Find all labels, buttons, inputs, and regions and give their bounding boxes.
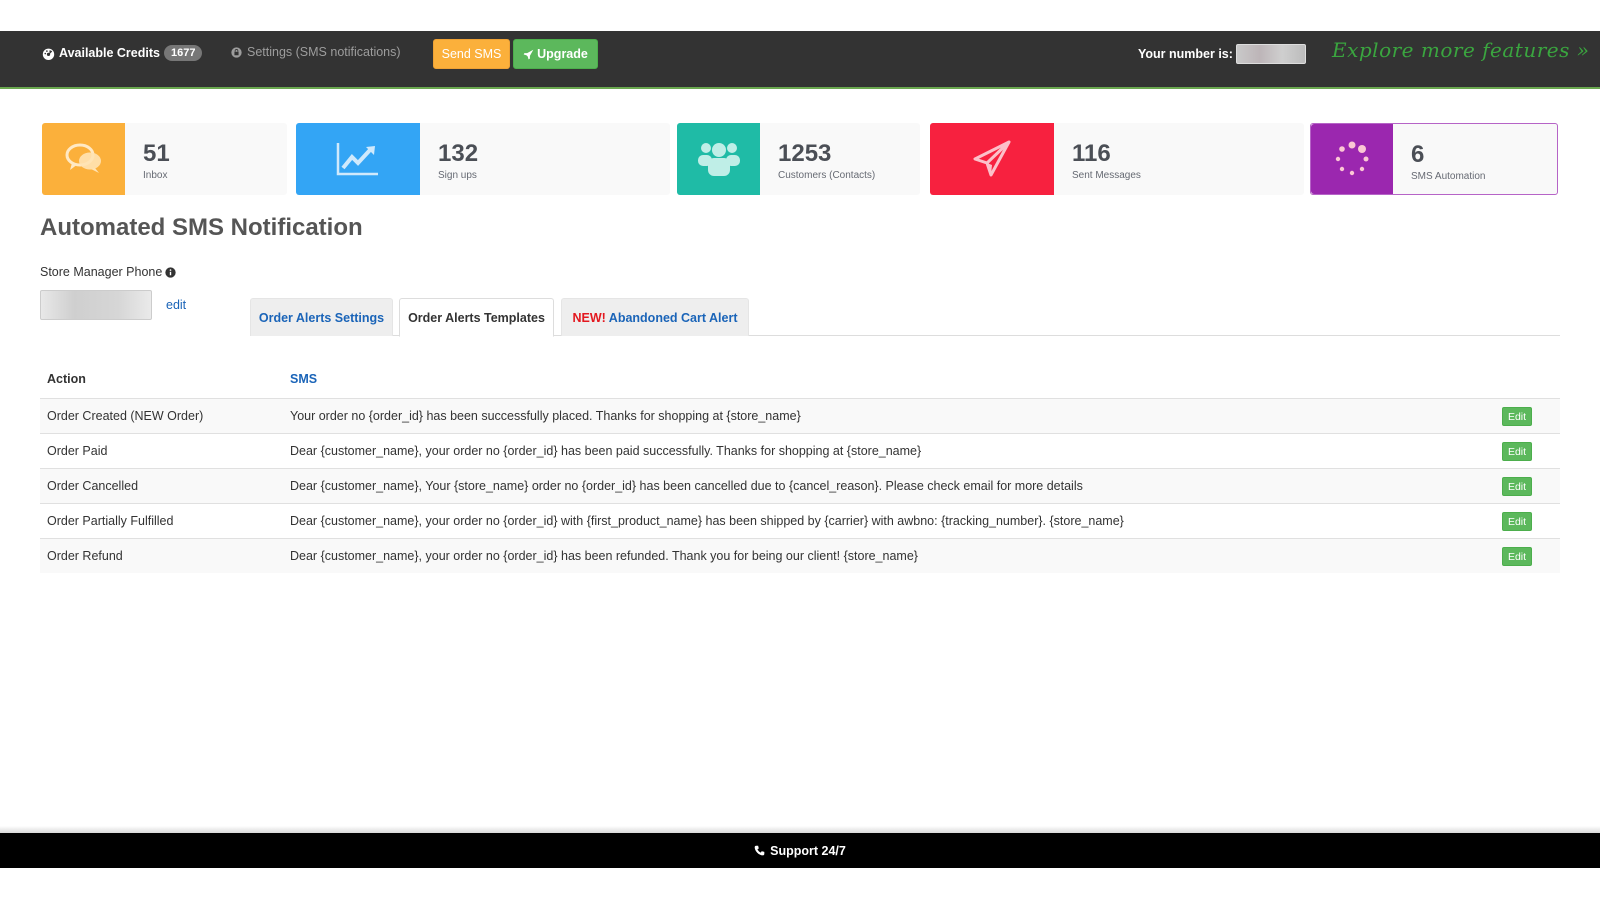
explore-more-features-link[interactable]: Explore more features » xyxy=(1332,38,1589,62)
stat-card-sent-messages[interactable]: 116 Sent Messages xyxy=(930,123,1304,195)
store-manager-phone-label: Store Manager Phone xyxy=(40,265,176,279)
edit-button[interactable]: Edit xyxy=(1502,512,1532,531)
support-footer[interactable]: Support 24/7 xyxy=(0,833,1600,868)
edit-button[interactable]: Edit xyxy=(1502,407,1532,426)
stat-label: Sign ups xyxy=(438,170,477,181)
store-manager-phone-field-redacted[interactable] xyxy=(40,290,152,320)
stat-value: 1253 xyxy=(778,140,832,167)
row-sms: Dear {customer_name}, your order no {ord… xyxy=(290,444,922,458)
row-action: Order Refund xyxy=(47,549,123,563)
header-sms[interactable]: SMS xyxy=(290,372,1560,386)
send-sms-button[interactable]: Send SMS xyxy=(433,39,510,69)
stat-icon-box xyxy=(42,123,125,195)
credits-badge: 1677 xyxy=(163,45,203,61)
stat-card-sms-automation[interactable]: 6 SMS Automation xyxy=(1310,123,1558,195)
stat-card-customers[interactable]: 1253 Customers (Contacts) xyxy=(677,123,920,195)
phone-edit-link[interactable]: edit xyxy=(166,298,186,312)
tab-order-alerts-templates[interactable]: Order Alerts Templates xyxy=(399,298,554,337)
lock-icon xyxy=(231,46,242,58)
row-action: Order Cancelled xyxy=(47,479,139,493)
stat-label: Customers (Contacts) xyxy=(778,170,876,181)
new-badge: NEW! xyxy=(572,310,606,325)
top-navbar: Available Credits 1677 Settings (SMS not… xyxy=(0,31,1600,89)
stat-card-signups[interactable]: 132 Sign ups xyxy=(296,123,670,195)
table-row: Order Refund Dear {customer_name}, your … xyxy=(40,538,1560,573)
stats-row: 51 Inbox 132 Sign ups 1253 Customers (Co… xyxy=(42,123,1560,195)
page-title: Automated SMS Notification xyxy=(40,214,363,241)
stat-value: 6 xyxy=(1411,141,1425,168)
stat-icon-box xyxy=(677,123,760,195)
edit-button[interactable]: Edit xyxy=(1502,547,1532,566)
header-action: Action xyxy=(47,372,86,386)
phone-label-text: Store Manager Phone xyxy=(40,265,163,279)
table-row: Order Partially Fulfilled Dear {customer… xyxy=(40,503,1560,538)
edit-button[interactable]: Edit xyxy=(1502,477,1532,496)
stat-label: Inbox xyxy=(143,170,168,181)
row-sms: Dear {customer_name}, your order no {ord… xyxy=(290,549,918,563)
table-row: Order Created (NEW Order) Your order no … xyxy=(40,398,1560,433)
footer-shadow xyxy=(0,826,1600,833)
rocket-icon xyxy=(523,49,534,59)
settings-label: Settings (SMS notifications) xyxy=(247,45,401,59)
phone-icon xyxy=(754,845,765,856)
top-spacer xyxy=(0,0,1600,31)
line-chart-icon xyxy=(336,143,378,176)
stat-icon-box xyxy=(296,123,420,195)
dashboard-icon xyxy=(42,48,55,60)
row-action: Order Paid xyxy=(47,444,108,458)
stat-value: 116 xyxy=(1072,140,1111,167)
stat-label: SMS Automation xyxy=(1411,171,1486,182)
stat-icon-box xyxy=(930,123,1054,195)
row-action: Order Partially Fulfilled xyxy=(47,514,174,528)
table-row: Order Cancelled Dear {customer_name}, Yo… xyxy=(40,468,1560,503)
table-row: Order Paid Dear {customer_name}, your or… xyxy=(40,433,1560,468)
stat-value: 132 xyxy=(438,140,479,167)
your-number: Your number is: xyxy=(1138,44,1306,64)
row-action: Order Created (NEW Order) xyxy=(47,409,204,423)
users-icon xyxy=(697,143,740,176)
stat-value: 51 xyxy=(143,140,170,167)
credits-label: Available Credits xyxy=(59,46,160,60)
stat-card-inbox[interactable]: 51 Inbox xyxy=(42,123,287,195)
settings-link[interactable]: Settings (SMS notifications) xyxy=(231,45,401,59)
chat-bubbles-icon xyxy=(65,143,101,173)
row-sms: Your order no {order_id} has been succes… xyxy=(290,409,801,423)
tabs-bar: Order Alerts Settings Order Alerts Templ… xyxy=(250,298,1560,337)
stat-icon-box xyxy=(1311,124,1393,194)
tab-order-alerts-settings[interactable]: Order Alerts Settings xyxy=(250,298,393,336)
number-label: Your number is: xyxy=(1138,47,1233,61)
number-field-redacted xyxy=(1235,44,1306,64)
edit-button[interactable]: Edit xyxy=(1502,442,1532,461)
available-credits[interactable]: Available Credits 1677 xyxy=(42,45,203,61)
upgrade-label: Upgrade xyxy=(537,47,588,61)
paper-plane-icon xyxy=(973,140,1011,177)
support-label: Support 24/7 xyxy=(770,843,846,858)
row-sms: Dear {customer_name}, your order no {ord… xyxy=(290,514,1124,528)
tab-abandoned-cart-alert[interactable]: NEW! Abandoned Cart Alert xyxy=(561,298,749,336)
spinner-icon xyxy=(1335,141,1369,176)
order-alert-templates-table: Action SMS Order Created (NEW Order) You… xyxy=(40,360,1560,573)
tab-label: Abandoned Cart Alert xyxy=(608,310,738,325)
stat-label: Sent Messages xyxy=(1072,170,1141,181)
info-icon[interactable] xyxy=(165,266,176,278)
table-header: Action SMS xyxy=(40,360,1560,398)
row-sms: Dear {customer_name}, Your {store_name} … xyxy=(290,479,1083,493)
upgrade-button[interactable]: Upgrade xyxy=(513,39,598,69)
